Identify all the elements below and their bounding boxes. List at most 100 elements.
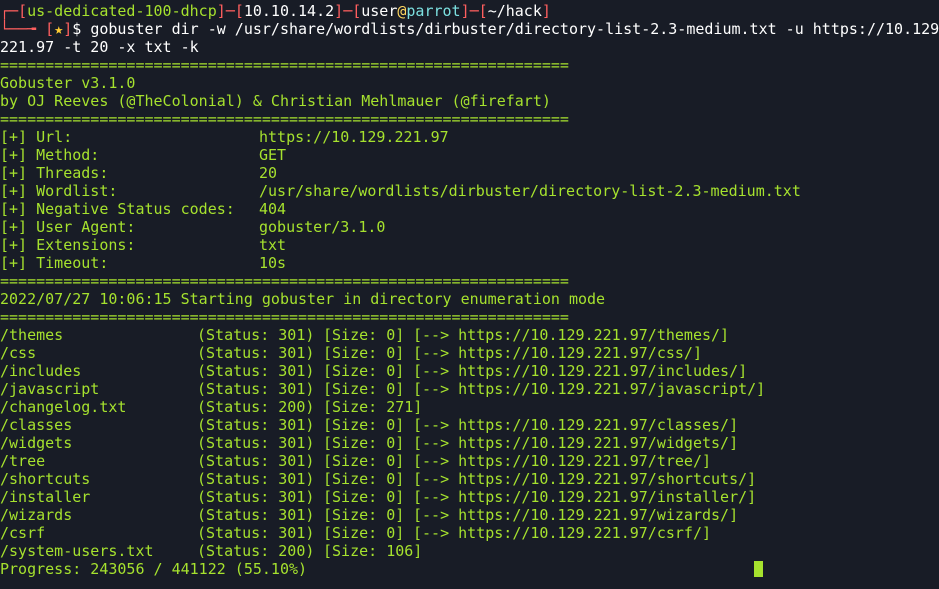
result-status: (Status: 200) [197,542,315,560]
command-text-continued: 221.97 -t 20 -x txt -k [0,38,199,56]
config-key: [+] User Agent: [0,218,136,236]
config-key: [+] Threads: [0,164,109,182]
star-icon: ★ [54,20,64,38]
result-row: /system-users.txt (Status: 200) [Size: 106… [0,542,939,560]
result-size: [Size: 0] [323,506,405,524]
config-key: [+] Method: [0,146,100,164]
config-value: /usr/share/wordlists/dirbuster/directory… [259,182,801,200]
config-value: 404 [259,200,287,218]
prompt-line: ┌─[us-dedicated-100-dhcp]─[10.10.14.2]─[… [0,2,551,20]
result-row: /wizards (Status: 301) [Size: 0] [--> https… [0,506,939,524]
terminal-cursor[interactable] [754,561,763,577]
result-path: /wizards [0,506,73,524]
result-status: (Status: 301) [197,506,315,524]
result-status: (Status: 301) [197,452,315,470]
prompt-machine: parrot [406,2,461,20]
config-row-threads: [+] Threads: 20 [0,164,939,182]
result-path: /changelog.txt [0,398,127,416]
banner-credits: by OJ Reeves (@TheColonial) & Christian … [0,92,551,110]
terminal-window[interactable]: ┌─[us-dedicated-100-dhcp]─[10.10.14.2]─[… [0,2,939,589]
result-status: (Status: 301) [197,380,315,398]
result-status: (Status: 301) [197,362,315,380]
config-row-url: [+] Url: https://10.129.221.97 [0,128,939,146]
result-redirect: [--> https://10.129.221.97/themes/] [413,326,730,344]
config-value: 20 [259,164,278,182]
config-key: [+] Timeout: [0,254,109,272]
config-key: [+] Negative Status codes: [0,200,235,218]
result-size: [Size: 271] [323,398,423,416]
result-row: /shortcuts (Status: 301) [Size: 0] [--> htt… [0,470,939,488]
result-row: /includes (Status: 301) [Size: 0] [--> http… [0,362,939,380]
config-row-wordlist: [+] Wordlist: /usr/share/wordlists/dirbus… [0,182,939,200]
result-redirect: [--> https://10.129.221.97/csrf/] [413,524,712,542]
prompt-cwd: ~/hack [487,2,542,20]
config-key: [+] Url: [0,128,73,146]
result-redirect: [--> https://10.129.221.97/css/] [413,344,702,362]
result-path: /installer [0,488,91,506]
config-value: txt [259,236,287,254]
result-size: [Size: 0] [323,470,405,488]
result-row: /csrf (Status: 301) [Size: 0] [--> https://… [0,524,939,542]
result-path: /css [0,344,37,362]
result-path: /widgets [0,434,73,452]
result-size: [Size: 0] [323,434,405,452]
result-path: /tree [0,452,46,470]
result-path: /shortcuts [0,470,91,488]
result-row: /themes (Status: 301) [Size: 0] [--> https:… [0,326,939,344]
config-key: [+] Wordlist: [0,182,118,200]
result-size: [Size: 106] [323,542,423,560]
separator: ========================================… [0,110,569,128]
result-row: /installer (Status: 301) [Size: 0] [--> htt… [0,488,939,506]
result-row: /tree (Status: 301) [Size: 0] [--> https://… [0,452,939,470]
result-size: [Size: 0] [323,524,405,542]
result-redirect: [--> https://10.129.221.97/wizards/] [413,506,739,524]
config-row-extensions: [+] Extensions: txt [0,236,939,254]
result-path: /javascript [0,380,100,398]
result-row: /css (Status: 301) [Size: 0] [--> https://1… [0,344,939,362]
config-value: gobuster/3.1.0 [259,218,386,236]
result-status: (Status: 200) [197,398,315,416]
command-text: gobuster dir -w /usr/share/wordlists/dir… [90,20,939,38]
result-size: [Size: 0] [323,416,405,434]
result-status: (Status: 301) [197,524,315,542]
result-row: /widgets (Status: 301) [Size: 0] [--> https… [0,434,939,452]
result-redirect: [--> https://10.129.221.97/installer/] [413,488,757,506]
result-path: /themes [0,326,64,344]
result-size: [Size: 0] [323,380,405,398]
separator: ========================================… [0,272,569,290]
result-size: [Size: 0] [323,488,405,506]
result-path: /includes [0,362,82,380]
result-redirect: [--> https://10.129.221.97/classes/] [413,416,739,434]
prompt-corner-bottom: └──╼ [0,20,46,38]
config-row-user-agent: [+] User Agent: gobuster/3.1.0 [0,218,939,236]
result-redirect: [--> https://10.129.221.97/widgets/] [413,434,739,452]
config-key: [+] Extensions: [0,236,136,254]
result-path: /csrf [0,524,46,542]
result-status: (Status: 301) [197,488,315,506]
command-line: └──╼ [★]$ gobuster dir -w /usr/share/wor… [0,20,939,38]
config-value: GET [259,146,287,164]
result-redirect: [--> https://10.129.221.97/shortcuts/] [413,470,757,488]
result-status: (Status: 301) [197,470,315,488]
config-row-timeout: [+] Timeout: 10s [0,254,939,272]
result-path: /system-users.txt [0,542,154,560]
banner-title: Gobuster v3.1.0 [0,74,136,92]
separator: ========================================… [0,56,569,74]
result-size: [Size: 0] [323,452,405,470]
result-redirect: [--> https://10.129.221.97/tree/] [413,452,712,470]
prompt-host: us-dedicated-100-dhcp [27,2,217,20]
result-redirect: [--> https://10.129.221.97/javascript/] [413,380,766,398]
prompt-user: user [361,2,398,20]
start-message: 2022/07/27 10:06:15 Starting gobuster in… [0,290,606,308]
result-status: (Status: 301) [197,344,315,362]
result-size: [Size: 0] [323,344,405,362]
config-row-method: [+] Method: GET [0,146,939,164]
result-row: /changelog.txt (Status: 200) [Size: 271] [0,398,939,416]
result-size: [Size: 0] [323,362,405,380]
result-redirect: [--> https://10.129.221.97/includes/] [413,362,748,380]
prompt-corner-top: ┌─ [0,2,19,20]
result-row: /javascript (Status: 301) [Size: 0] [--> ht… [0,380,939,398]
progress-line: Progress: 243056 / 441122 (55.10%) [0,560,939,578]
result-status: (Status: 301) [197,434,315,452]
result-status: (Status: 301) [197,326,315,344]
